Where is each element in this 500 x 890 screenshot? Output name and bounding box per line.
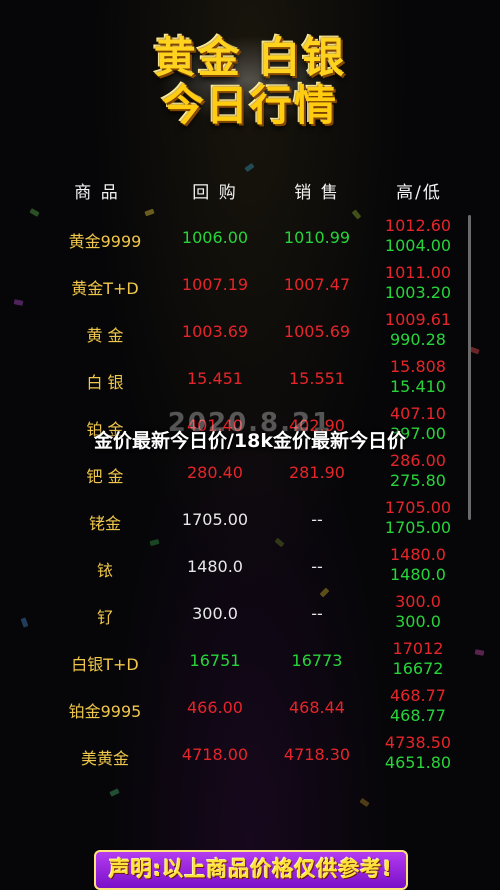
sell-price: -- — [311, 557, 323, 576]
product-name: 钯 金 — [86, 467, 124, 486]
product-name: 黄 金 — [86, 326, 124, 345]
disclaimer-banner: 声明:以上商品价格仅供参考! — [94, 850, 408, 890]
buy-price: 466.00 — [187, 698, 243, 717]
high-price: 15.808 — [390, 357, 446, 376]
table-row: 铂金9995 466.00 468.44 468.77 468.77 — [0, 686, 500, 733]
low-price: 15.410 — [390, 377, 446, 396]
high-low: 17012 16672 — [372, 639, 464, 679]
sell-price: 281.90 — [289, 463, 345, 482]
high-low: 1011.00 1003.20 — [372, 263, 464, 303]
sell-price: 1005.69 — [283, 322, 351, 341]
low-price: 990.28 — [390, 330, 446, 349]
table-row: 铱 1480.0 -- 1480.0 1480.0 — [0, 545, 500, 592]
buy-price: 1007.19 — [181, 275, 249, 294]
sell-price: 1010.99 — [283, 228, 351, 247]
buy-price: 1006.00 — [181, 228, 249, 247]
product-name: 黄金9999 — [68, 232, 142, 251]
high-price: 286.00 — [390, 451, 446, 470]
low-price: 4651.80 — [384, 753, 452, 772]
low-price: 1004.00 — [384, 236, 452, 255]
buy-price: 300.0 — [192, 604, 238, 623]
table-row: 黄 金 1003.69 1005.69 1009.61 990.28 — [0, 310, 500, 357]
high-price: 407.10 — [390, 404, 446, 423]
high-price: 1011.00 — [384, 263, 452, 282]
product-name: 铱 — [96, 561, 113, 580]
high-price: 1705.00 — [384, 498, 452, 517]
high-price: 17012 — [392, 639, 444, 658]
table-row: 钌 300.0 -- 300.0 300.0 — [0, 592, 500, 639]
sell-price: -- — [311, 604, 323, 623]
sell-price: 4718.30 — [283, 745, 351, 764]
buy-price: 280.40 — [187, 463, 243, 482]
overlay-title: 金价最新今日价/18k金价最新今日价 — [93, 430, 407, 452]
high-price: 468.77 — [390, 686, 446, 705]
table-row: 白银T+D 16751 16773 17012 16672 — [0, 639, 500, 686]
table-row: 黄金9999 1006.00 1010.99 1012.60 1004.00 — [0, 216, 500, 263]
header-name: 商 品 — [74, 183, 120, 203]
low-price: 1003.20 — [384, 283, 452, 302]
low-price: 275.80 — [390, 471, 446, 490]
high-low: 1009.61 990.28 — [372, 310, 464, 350]
high-low: 4738.50 4651.80 — [372, 733, 464, 773]
title-line-2: 今日行情 — [161, 81, 338, 130]
table-row: 黄金T+D 1007.19 1007.47 1011.00 1003.20 — [0, 263, 500, 310]
low-price: 468.77 — [390, 706, 446, 725]
header-buy: 回 购 — [192, 183, 238, 203]
sell-price: -- — [311, 510, 323, 529]
buy-price: 16751 — [189, 651, 241, 670]
high-low: 468.77 468.77 — [372, 686, 464, 726]
buy-price: 4718.00 — [181, 745, 249, 764]
sell-price: 468.44 — [289, 698, 345, 717]
product-name: 铂金9995 — [68, 702, 142, 721]
header-sell: 销 售 — [294, 183, 340, 203]
product-name: 白 银 — [86, 373, 124, 392]
high-low: 300.0 300.0 — [372, 592, 464, 632]
low-price: 1705.00 — [384, 518, 452, 537]
low-price: 1480.0 — [390, 565, 446, 584]
product-name: 铑金 — [88, 514, 121, 533]
high-price: 300.0 — [395, 592, 441, 611]
high-price: 4738.50 — [384, 733, 452, 752]
high-price: 1009.61 — [384, 310, 452, 329]
high-price: 1480.0 — [390, 545, 446, 564]
title-banner: 黄金 白银 今日行情 — [0, 14, 500, 134]
sell-price: 16773 — [291, 651, 343, 670]
header-hilo: 高/低 — [396, 183, 442, 203]
table-row: 铑金 1705.00 -- 1705.00 1705.00 — [0, 498, 500, 545]
low-price: 16672 — [392, 659, 444, 678]
product-name: 钌 — [96, 608, 113, 627]
product-name: 白银T+D — [71, 655, 139, 674]
table-row: 白 银 15.451 15.551 15.808 15.410 — [0, 357, 500, 404]
table-row: 钯 金 280.40 281.90 286.00 275.80 — [0, 451, 500, 498]
scrollbar[interactable] — [468, 215, 471, 520]
table-header: 商 品 回 购 销 售 高/低 — [42, 178, 462, 203]
sell-price: 1007.47 — [283, 275, 351, 294]
product-name: 黄金T+D — [71, 279, 139, 298]
high-low: 15.808 15.410 — [372, 357, 464, 397]
product-name: 美黄金 — [80, 749, 129, 768]
high-low: 1705.00 1705.00 — [372, 498, 464, 538]
high-low: 286.00 275.80 — [372, 451, 464, 491]
table-row: 美黄金 4718.00 4718.30 4738.50 4651.80 — [0, 733, 500, 780]
high-low: 1012.60 1004.00 — [372, 216, 464, 256]
high-price: 1012.60 — [384, 216, 452, 235]
buy-price: 1705.00 — [181, 510, 249, 529]
buy-price: 15.451 — [187, 369, 243, 388]
buy-price: 1480.0 — [187, 557, 243, 576]
buy-price: 1003.69 — [181, 322, 249, 341]
sell-price: 15.551 — [289, 369, 345, 388]
high-low: 1480.0 1480.0 — [372, 545, 464, 585]
low-price: 300.0 — [395, 612, 441, 631]
